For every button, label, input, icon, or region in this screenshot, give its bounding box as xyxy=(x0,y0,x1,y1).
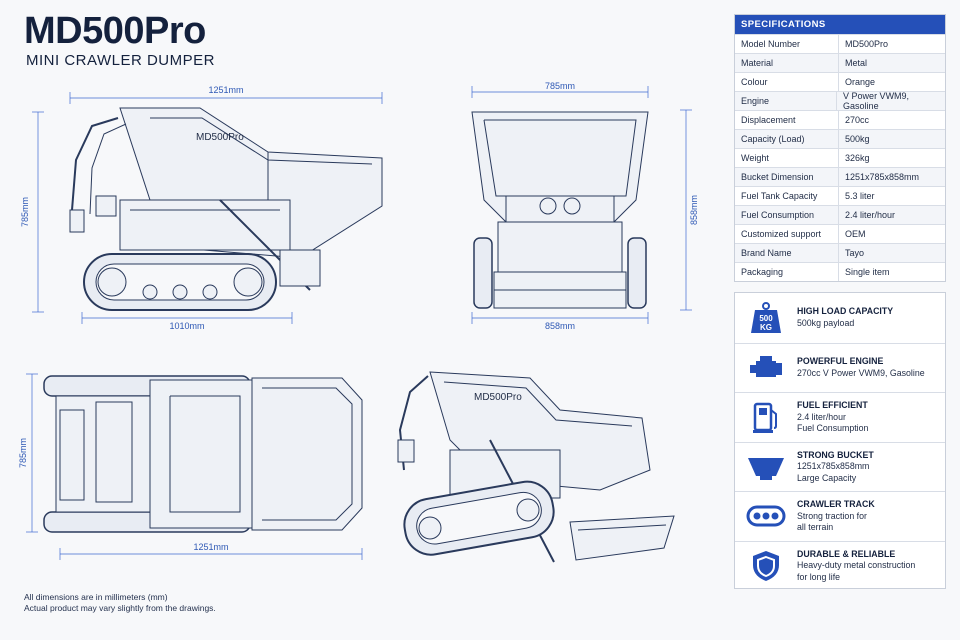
note-line-1: All dimensions are in millimeters (mm) xyxy=(24,592,168,602)
spec-key: Model Number xyxy=(735,35,839,53)
front-view: 785mm 858mm 858mm xyxy=(471,81,699,331)
iso-bucket-label: MD500Pro xyxy=(474,392,522,403)
spec-key: Displacement xyxy=(735,111,839,129)
feature-title: STRONG BUCKET xyxy=(797,449,874,460)
spec-row: Model Number MD500Pro xyxy=(735,34,945,53)
feature-desc: 2.4 liter/hour xyxy=(797,411,846,422)
top-width-label: 785mm xyxy=(18,438,28,468)
track-length-label: 1010mm xyxy=(169,321,204,331)
side-length-label: 1251mm xyxy=(208,85,243,95)
bucket-icon xyxy=(748,457,784,480)
feature-engine: POWERFUL ENGINE 270cc V Power VWM9, Gaso… xyxy=(735,342,945,393)
weight-icon-value: 500 xyxy=(759,314,773,323)
spec-value: V Power VWM9, Gasoline xyxy=(843,91,910,111)
spec-value: Orange xyxy=(845,77,876,87)
spec-row: Material Metal xyxy=(735,53,945,72)
features-panel: 500 KG HIGH LOAD CAPACITY 500kg payload … xyxy=(734,292,946,589)
feature-high-load: 500 KG HIGH LOAD CAPACITY 500kg payload xyxy=(735,293,945,343)
feature-desc: Heavy-duty metal construction xyxy=(797,560,916,570)
spec-row: Brand Name Tayo xyxy=(735,243,945,262)
side-height-label: 785mm xyxy=(20,197,30,227)
top-view: 785mm 1251mm xyxy=(18,373,363,560)
iso-view: MD500Pro xyxy=(397,371,675,563)
spec-value: 5.3 liter xyxy=(845,191,875,201)
feature-title: HIGH LOAD CAPACITY xyxy=(797,306,894,317)
spec-row: Customized support OEM xyxy=(735,224,945,243)
spec-key: Brand Name xyxy=(735,244,839,262)
feature-desc: 270cc V Power VWM9, Gasoline xyxy=(797,367,925,378)
feature-track: CRAWLER TRACK Strong traction for all te… xyxy=(735,491,945,541)
front-bottom-width-label: 858mm xyxy=(545,321,575,331)
technical-drawing: 1251mm 785mm 1010mm MD500Pro 785mm 858mm… xyxy=(18,81,699,563)
side-view: 1251mm 785mm 1010mm MD500Pro xyxy=(20,84,383,331)
spec-value: 500kg xyxy=(845,134,870,144)
weight-icon: 500 KG xyxy=(751,301,781,333)
spec-row: Engine V Power VWM9, Gasoline xyxy=(735,91,945,111)
feature-desc: 1251x785x858mm xyxy=(797,461,870,471)
spec-row: Fuel Consumption 2.4 liter/hour xyxy=(735,205,945,224)
spec-value: Tayo xyxy=(845,248,865,258)
spec-key: Capacity (Load) xyxy=(735,130,839,148)
feature-durable: DURABLE & RELIABLE Heavy-duty metal cons… xyxy=(735,540,945,591)
feature-fuel: FUEL EFFICIENT 2.4 liter/hour Fuel Consu… xyxy=(735,392,945,442)
side-bucket-label: MD500Pro xyxy=(196,132,244,143)
spec-value: 326kg xyxy=(845,153,870,163)
spec-value: 2.4 liter/hour xyxy=(845,210,896,220)
spec-row: Packaging Single item xyxy=(735,262,945,281)
spec-key: Material xyxy=(735,54,839,72)
feature-title: DURABLE & RELIABLE xyxy=(797,548,896,559)
engine-icon xyxy=(750,355,782,377)
spec-row: Fuel Tank Capacity 5.3 liter xyxy=(735,186,945,205)
spec-key: Bucket Dimension xyxy=(735,168,839,186)
front-height-label: 858mm xyxy=(689,195,699,225)
specifications-heading: SPECIFICATIONS xyxy=(735,15,945,34)
spec-row: Colour Orange xyxy=(735,72,945,91)
spec-key: Weight xyxy=(735,149,839,167)
spec-value: MD500Pro xyxy=(845,39,889,49)
spec-key: Packaging xyxy=(735,263,839,281)
fuel-pump-icon xyxy=(753,403,777,434)
crawler-track-icon xyxy=(746,505,786,527)
feature-desc: 500kg payload xyxy=(797,317,855,328)
spec-key: Engine xyxy=(735,92,838,110)
note-line-2: Actual product may vary slightly from th… xyxy=(24,603,216,613)
feature-bucket: STRONG BUCKET 1251x785x858mm Large Capac… xyxy=(735,441,945,492)
shield-icon xyxy=(753,550,779,581)
spec-value: Single item xyxy=(845,267,890,277)
spec-value: Metal xyxy=(845,58,868,68)
feature-title: FUEL EFFICIENT xyxy=(797,400,868,410)
feature-desc-2: Large Capacity xyxy=(797,472,857,483)
top-length-label: 1251mm xyxy=(193,542,228,552)
spec-value: OEM xyxy=(845,229,866,239)
spec-key: Colour xyxy=(735,73,839,91)
spec-key: Customized support xyxy=(735,225,839,243)
spec-value: 270cc xyxy=(845,115,870,125)
feature-title: POWERFUL ENGINE xyxy=(797,356,884,367)
spec-rows: Model Number MD500Pro Material Metal Colour O… xyxy=(735,34,945,281)
spec-key: Fuel Tank Capacity xyxy=(735,187,839,205)
spec-row: Bucket Dimension 1251x785x858mm xyxy=(735,167,945,186)
feature-desc-2: all terrain xyxy=(797,522,834,532)
spec-value: 1251x785x858mm xyxy=(845,172,920,182)
feature-desc: Strong traction for xyxy=(797,510,867,521)
feature-desc-2: for long life xyxy=(797,571,841,582)
front-width-label: 785mm xyxy=(545,81,575,91)
spec-row: Capacity (Load) 500kg xyxy=(735,129,945,148)
spec-key: Fuel Consumption xyxy=(735,206,839,224)
spec-row: Displacement 270cc xyxy=(735,110,945,129)
drawing-notes: All dimensions are in millimeters (mm) A… xyxy=(24,592,216,614)
specifications-table: SPECIFICATIONS Model Number MD500Pro Mater… xyxy=(734,14,946,282)
feature-title: CRAWLER TRACK xyxy=(797,499,875,509)
weight-icon-unit: KG xyxy=(760,323,772,332)
feature-desc-2: Fuel Consumption xyxy=(797,423,869,433)
spec-row: Weight 326kg xyxy=(735,148,945,167)
